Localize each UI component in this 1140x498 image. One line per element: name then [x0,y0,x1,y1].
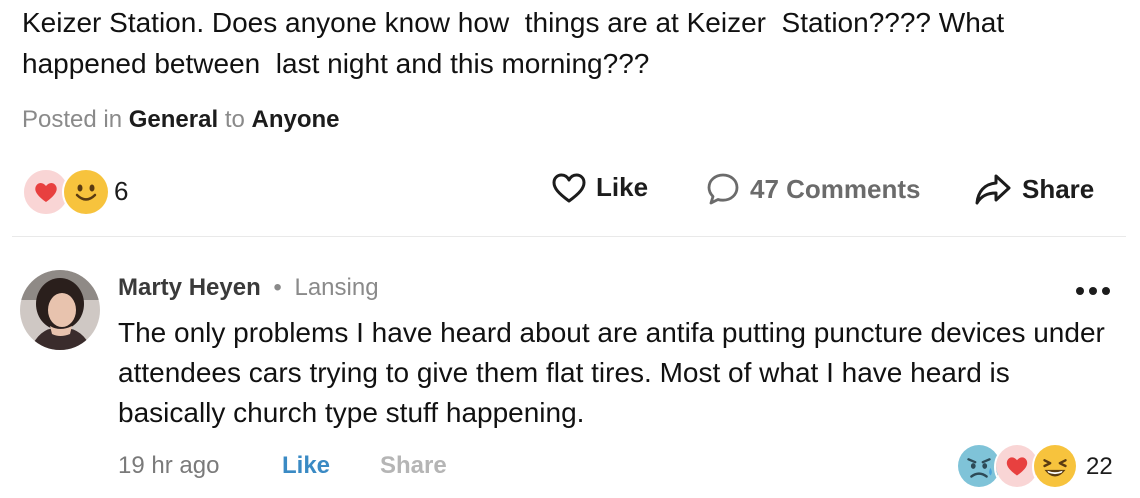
heart-outline-icon [552,173,586,202]
divider [12,236,1126,237]
audience-link[interactable]: Anyone [252,106,340,133]
comment-bubble-icon [707,173,739,205]
like-button[interactable]: Like [552,172,648,203]
share-button[interactable]: Share [974,172,1094,206]
comment-reaction-count: 22 [1086,453,1113,480]
laugh-reaction-icon [1032,443,1080,491]
separator-dot: • [273,274,282,301]
user-photo-icon [20,270,100,350]
avatar[interactable] [20,270,100,350]
comment-text: The only problems I have heard about are… [118,317,1105,428]
comment-author[interactable]: Marty Heyen [118,274,261,301]
comment-timestamp: 19 hr ago [118,452,220,479]
to-word: to [224,106,245,133]
comment-reactions[interactable]: 22 [956,443,1126,491]
comment-location[interactable]: Lansing [294,274,378,301]
comments-label: 47 Comments [750,173,921,204]
smile-reaction-icon [62,168,110,216]
comment-share-button[interactable]: Share [380,452,447,480]
post-actions-bar: 6 Like 47 Comments Share [22,168,1112,216]
share-arrow-icon [975,174,1011,205]
post-text: Keizer Station. Does anyone know how thi… [22,7,1005,79]
comment-like-button[interactable]: Like [282,452,330,480]
category-link[interactable]: General [129,106,218,133]
posted-in-prefix: Posted in [22,106,123,133]
like-label: Like [596,172,649,202]
share-label: Share [1022,173,1095,204]
posted-in-line: Posted in General to Anyone [22,106,340,134]
more-options-icon[interactable] [1074,284,1112,298]
post-reaction-count: 6 [114,176,129,206]
comments-button[interactable]: 47 Comments [706,172,921,206]
comment-header: Marty Heyen • Lansing [118,274,379,302]
